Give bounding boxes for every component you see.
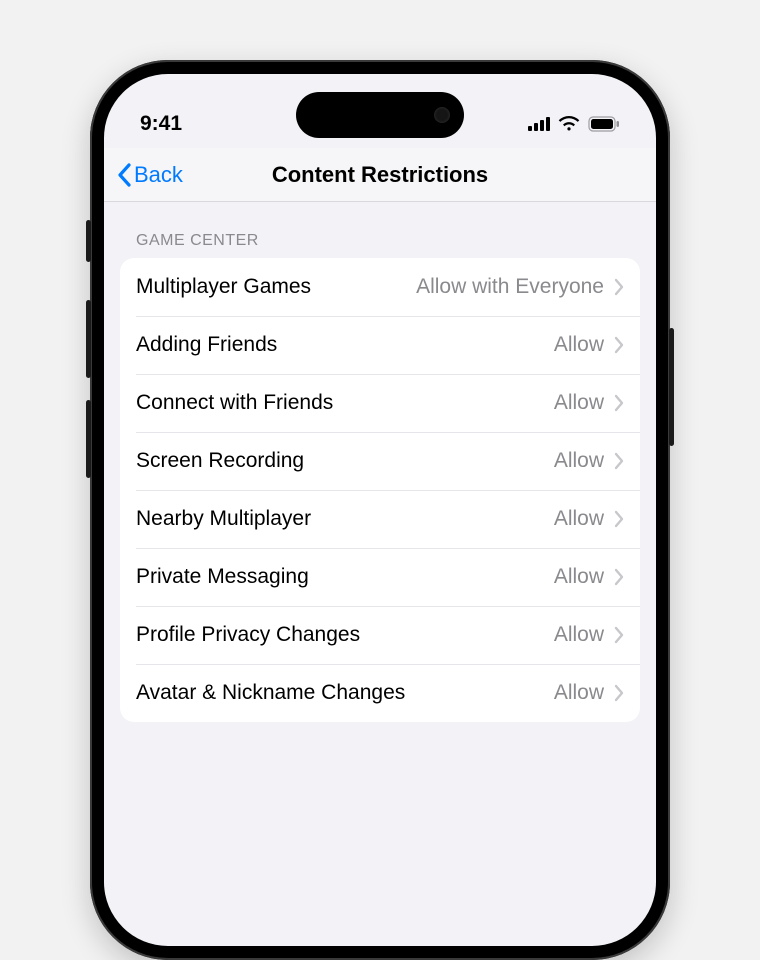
row-label: Profile Privacy Changes [136, 623, 554, 647]
side-button [669, 328, 674, 446]
row-value: Allow [554, 391, 604, 415]
content: GAME CENTER Multiplayer GamesAllow with … [104, 202, 656, 722]
cellular-icon [528, 117, 550, 131]
settings-row[interactable]: Nearby MultiplayerAllow [120, 490, 640, 548]
settings-row[interactable]: Profile Privacy ChangesAllow [120, 606, 640, 664]
row-value: Allow [554, 623, 604, 647]
side-button [86, 220, 91, 262]
row-label: Connect with Friends [136, 391, 554, 415]
battery-icon [588, 116, 620, 132]
settings-list: Multiplayer GamesAllow with EveryoneAddi… [120, 258, 640, 722]
side-button [86, 300, 91, 378]
row-value: Allow [554, 565, 604, 589]
row-label: Screen Recording [136, 449, 554, 473]
row-right: Allow [554, 565, 624, 589]
row-value: Allow with Everyone [416, 275, 604, 299]
chevron-right-icon [614, 568, 624, 586]
row-value: Allow [554, 507, 604, 531]
settings-row[interactable]: Screen RecordingAllow [120, 432, 640, 490]
chevron-right-icon [614, 626, 624, 644]
row-label: Multiplayer Games [136, 275, 416, 299]
row-label: Avatar & Nickname Changes [136, 681, 554, 705]
status-time: 9:41 [140, 112, 182, 136]
chevron-right-icon [614, 394, 624, 412]
row-value: Allow [554, 681, 604, 705]
row-label: Nearby Multiplayer [136, 507, 554, 531]
settings-row[interactable]: Private MessagingAllow [120, 548, 640, 606]
wifi-icon [558, 116, 580, 132]
row-right: Allow [554, 681, 624, 705]
row-right: Allow with Everyone [416, 275, 624, 299]
side-button [86, 400, 91, 478]
row-right: Allow [554, 333, 624, 357]
row-right: Allow [554, 449, 624, 473]
status-indicators [528, 116, 620, 132]
screen: 9:41 Back Content Restrictions [104, 74, 656, 946]
settings-row[interactable]: Multiplayer GamesAllow with Everyone [120, 258, 640, 316]
chevron-right-icon [614, 278, 624, 296]
settings-row[interactable]: Adding FriendsAllow [120, 316, 640, 374]
row-right: Allow [554, 391, 624, 415]
back-label: Back [134, 162, 183, 188]
row-value: Allow [554, 449, 604, 473]
section-header: GAME CENTER [120, 202, 640, 258]
nav-bar: Back Content Restrictions [104, 148, 656, 202]
chevron-right-icon [614, 452, 624, 470]
row-label: Adding Friends [136, 333, 554, 357]
settings-row[interactable]: Avatar & Nickname ChangesAllow [120, 664, 640, 722]
camera-icon [434, 107, 450, 123]
row-right: Allow [554, 623, 624, 647]
chevron-right-icon [614, 510, 624, 528]
chevron-right-icon [614, 336, 624, 354]
phone-frame: 9:41 Back Content Restrictions [90, 60, 670, 960]
settings-row[interactable]: Connect with FriendsAllow [120, 374, 640, 432]
row-right: Allow [554, 507, 624, 531]
chevron-right-icon [614, 684, 624, 702]
row-value: Allow [554, 333, 604, 357]
back-button[interactable]: Back [116, 162, 183, 188]
chevron-left-icon [116, 163, 132, 187]
row-label: Private Messaging [136, 565, 554, 589]
page-title: Content Restrictions [272, 162, 488, 188]
dynamic-island [296, 92, 464, 138]
